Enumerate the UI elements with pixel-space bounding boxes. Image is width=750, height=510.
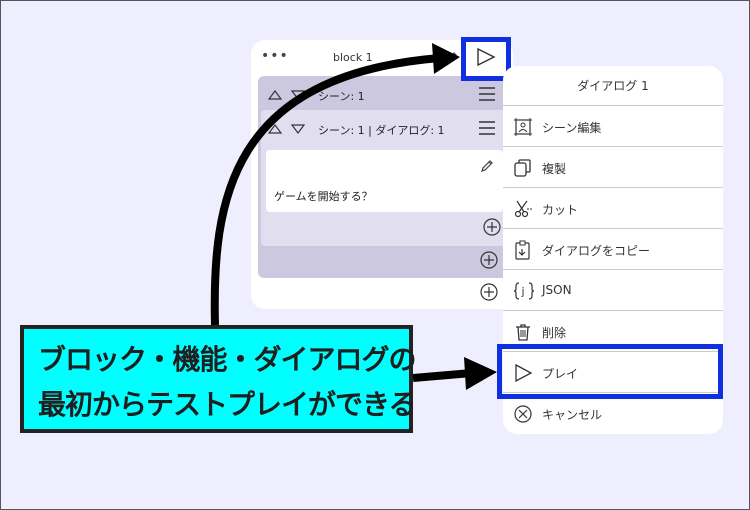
- menu-item-cancel[interactable]: キャンセル: [503, 393, 723, 434]
- menu-item-copy-dialog[interactable]: ダイアログをコピー: [503, 229, 723, 270]
- menu-item-label: シーン編集: [542, 121, 602, 135]
- scene-edit-icon: [513, 117, 533, 137]
- dialog-row: シーン: 1 | ダイアログ: 1: [261, 116, 506, 140]
- dialog-text: ゲームを開始する？: [274, 190, 373, 203]
- edit-block-pencil-icon[interactable]: [443, 50, 459, 70]
- menu-item-json[interactable]: j JSON: [503, 270, 723, 311]
- scissors-icon: [513, 199, 533, 219]
- scene-menu-icon[interactable]: [478, 86, 496, 106]
- add-scene-plus-icon[interactable]: [480, 283, 498, 305]
- dialog-container: シーン: 1 | ダイアログ: 1 ゲームを開始する？: [261, 110, 506, 246]
- block-title: block 1: [333, 51, 373, 64]
- dialog-text-card[interactable]: ゲームを開始する？: [266, 150, 503, 212]
- add-text-plus-icon[interactable]: [483, 218, 501, 240]
- scene-row: シーン: 1: [258, 82, 510, 106]
- json-braces-icon: j: [513, 281, 535, 301]
- menu-item-label: キャンセル: [542, 408, 603, 422]
- move-down-icon[interactable]: [290, 120, 306, 139]
- callout-line-1: ブロック・機能・ダイアログの: [38, 343, 416, 376]
- scene-label: シーン: 1: [318, 90, 365, 103]
- cancel-icon: [513, 404, 533, 424]
- move-down-icon[interactable]: [290, 86, 306, 105]
- play-item-highlight: [497, 344, 723, 399]
- dialog-menu-icon[interactable]: [478, 120, 496, 140]
- scene-container: シーン: 1 シーン: 1 | ダイアログ: 1 ゲームを開始する？: [258, 76, 510, 278]
- dialog-label: シーン: 1 | ダイアログ: 1: [318, 124, 445, 137]
- svg-text:j: j: [521, 285, 525, 298]
- clipboard-icon: [513, 240, 533, 260]
- menu-item-label: ダイアログをコピー: [542, 244, 651, 258]
- menu-item-duplicate[interactable]: 複製: [503, 147, 723, 188]
- menu-item-cut[interactable]: カット: [503, 188, 723, 229]
- menu-item-label: 複製: [542, 162, 567, 176]
- callout-line-2: 最初からテストプレイができる: [38, 388, 416, 421]
- menu-title: ダイアログ 1: [503, 66, 723, 106]
- menu-item-scene-edit[interactable]: シーン編集: [503, 106, 723, 147]
- menu-item-label: カット: [542, 203, 579, 217]
- trash-icon: [513, 322, 533, 342]
- move-up-icon[interactable]: [267, 86, 283, 105]
- more-options-icon[interactable]: •••: [261, 48, 289, 64]
- add-dialog-plus-icon[interactable]: [480, 251, 498, 273]
- edit-text-pencil-icon[interactable]: [479, 158, 495, 178]
- play-icon: [475, 47, 497, 71]
- menu-item-label: 削除: [542, 326, 567, 340]
- duplicate-icon: [513, 158, 533, 178]
- menu-item-label: JSON: [542, 283, 572, 297]
- move-up-icon[interactable]: [267, 120, 283, 139]
- callout-box: ブロック・機能・ダイアログの 最初からテストプレイができる: [20, 325, 416, 433]
